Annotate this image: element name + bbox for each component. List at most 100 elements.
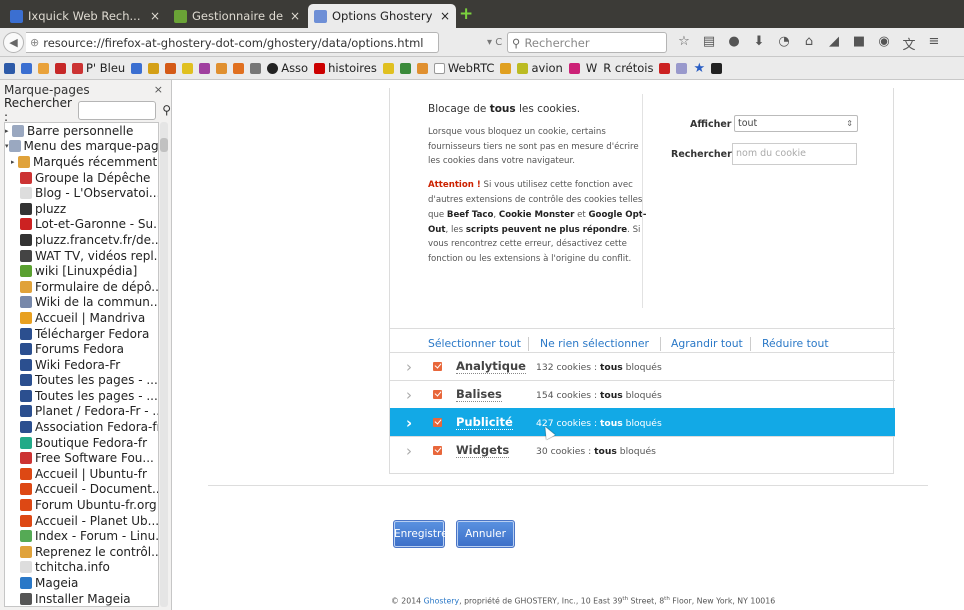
category-row[interactable]: › Widgets 30 cookies : tous bloqués — [390, 436, 895, 464]
bookmark-icon[interactable] — [216, 62, 228, 74]
sidebar-bookmark-item[interactable]: Wiki Fedora-Fr — [5, 357, 158, 373]
sidebar-bookmark-item[interactable]: wiki [Linuxpédia] — [5, 263, 158, 279]
sidebar-bookmark-item[interactable]: Configurer Mageia — [5, 606, 158, 607]
scrollbar[interactable] — [160, 122, 168, 607]
sidebar-bookmark-item[interactable]: Télécharger Fedora — [5, 326, 158, 342]
bookmark-icon[interactable] — [568, 62, 580, 74]
bookmark-icon[interactable] — [399, 62, 411, 74]
bookmark-icon[interactable] — [165, 62, 177, 74]
download-icon[interactable]: ⬇ — [752, 34, 766, 53]
category-checkbox[interactable] — [433, 390, 442, 399]
bookmark-histoires[interactable]: histoires — [314, 61, 377, 75]
sidebar-bookmark-item[interactable]: Accueil - Document... — [5, 482, 158, 498]
reading-list-icon[interactable]: ▤ — [702, 34, 716, 53]
save-button[interactable]: Enregistrer — [393, 520, 452, 548]
select-none-link[interactable]: Ne rien sélectionner — [540, 337, 649, 350]
rss-icon[interactable] — [233, 62, 245, 74]
ghostery-icon[interactable]: ◉ — [877, 34, 891, 53]
close-icon[interactable]: × — [290, 9, 300, 23]
chevron-right-icon[interactable]: › — [406, 386, 412, 404]
bookmark-icon[interactable] — [38, 62, 49, 74]
bookmark-pbleu[interactable]: P' Bleu — [72, 61, 125, 75]
search-bar[interactable]: ⚲ Rechercher — [507, 32, 667, 53]
translate-icon[interactable]: 文 — [902, 34, 916, 53]
category-row[interactable]: › Publicité 427 cookies : tous bloqués — [390, 408, 895, 436]
close-icon[interactable]: × — [440, 9, 450, 23]
site-identity-icon[interactable]: ⊕ — [30, 36, 39, 49]
sidebar-bookmark-item[interactable]: Lot-et-Garonne - Su... — [5, 217, 158, 233]
sidebar-bookmark-item[interactable]: ▾ Menu des marque-pages — [5, 139, 158, 155]
tab-gestionnaire[interactable]: Gestionnaire de m... × — [168, 4, 306, 28]
sidebar-search-input[interactable] — [78, 100, 157, 120]
bookmark-icon[interactable] — [182, 62, 194, 74]
expand-arrow-icon[interactable]: ▾ — [5, 142, 9, 150]
share-icon[interactable]: ◢ — [827, 34, 841, 53]
bookmark-w[interactable]: W — [586, 61, 597, 75]
sidebar-bookmark-item[interactable]: Index - Forum - Linu... — [5, 528, 158, 544]
category-checkbox[interactable] — [433, 418, 442, 427]
afficher-select[interactable]: tout ⇕ — [734, 115, 858, 132]
sidebar-bookmark-item[interactable]: ▸ Barre personnelle — [5, 123, 158, 139]
bookmark-icon[interactable] — [659, 62, 671, 74]
close-icon[interactable]: × — [154, 83, 163, 96]
lock-icon[interactable]: ■ — [852, 34, 866, 53]
category-name[interactable]: Analytique — [456, 359, 526, 374]
category-checkbox[interactable] — [433, 362, 442, 371]
sidebar-bookmark-item[interactable]: Toutes les pages - ... — [5, 388, 158, 404]
sidebar-bookmark-item[interactable]: WAT TV, vidéos repl... — [5, 248, 158, 264]
expand-all-link[interactable]: Agrandir tout — [671, 337, 743, 350]
url-bar[interactable]: ⊕ resource://firefox-at-ghostery-dot-com… — [26, 32, 439, 53]
sidebar-bookmark-item[interactable]: pluzz — [5, 201, 158, 217]
sidebar-bookmark-item[interactable]: Planet / Fedora-Fr - ... — [5, 404, 158, 420]
bookmark-icon[interactable] — [711, 62, 723, 74]
chat-icon[interactable]: ● — [727, 34, 741, 53]
sidebar-bookmark-item[interactable]: tchitcha.info — [5, 560, 158, 576]
pocket-icon[interactable]: ◔ — [777, 34, 791, 53]
sidebar-bookmark-item[interactable]: Forum Ubuntu-fr.org — [5, 497, 158, 513]
bookmark-webrtc[interactable]: WebRTC — [433, 61, 494, 75]
expand-arrow-icon[interactable]: ▸ — [11, 158, 18, 166]
close-icon[interactable]: × — [150, 9, 160, 23]
search-icon[interactable]: ⚲ — [162, 103, 171, 117]
scrollbar-thumb[interactable] — [160, 138, 168, 152]
back-button[interactable]: ◀ — [3, 32, 24, 53]
sidebar-bookmark-item[interactable]: Accueil | Mandriva — [5, 310, 158, 326]
reload-icon[interactable]: ▾ C — [487, 37, 502, 48]
chevron-right-icon[interactable]: › — [406, 358, 412, 376]
chevron-right-icon[interactable]: › — [406, 442, 412, 460]
bookmark-icon[interactable] — [4, 62, 15, 74]
sidebar-bookmark-item[interactable]: Formulaire de dépô... — [5, 279, 158, 295]
bookmark-icon[interactable] — [55, 62, 66, 74]
bookmark-icon[interactable] — [131, 62, 143, 74]
sidebar-bookmark-item[interactable]: Installer Mageia — [5, 591, 158, 606]
new-tab-plus-icon[interactable]: + — [459, 6, 473, 23]
home-icon[interactable]: ⌂ — [802, 34, 816, 53]
sidebar-bookmark-item[interactable]: Boutique Fedora-fr — [5, 435, 158, 451]
star-icon[interactable]: ★ — [693, 61, 705, 76]
bookmark-avion[interactable]: avion — [517, 61, 563, 75]
bookmark-icon[interactable] — [199, 62, 211, 74]
bookmark-icon[interactable] — [382, 62, 394, 74]
ghostery-link[interactable]: Ghostery — [424, 597, 460, 606]
menu-icon[interactable]: ≡ — [927, 34, 941, 53]
sidebar-bookmark-item[interactable]: Reprenez le contrôl... — [5, 544, 158, 560]
tab-ixquick[interactable]: Ixquick Web Rech... × — [4, 4, 166, 28]
tab-options-ghostery[interactable]: Options Ghostery × — [308, 4, 456, 28]
sidebar-bookmark-item[interactable]: Forums Fedora — [5, 341, 158, 357]
category-row[interactable]: › Analytique 132 cookies : tous bloqués — [390, 352, 895, 380]
select-all-link[interactable]: Sélectionner tout — [428, 337, 521, 350]
collapse-all-link[interactable]: Réduire tout — [762, 337, 829, 350]
sidebar-bookmark-item[interactable]: ▸ Marqués récemment — [5, 154, 158, 170]
bookmark-icon[interactable] — [250, 62, 262, 74]
bookmark-icon[interactable] — [676, 62, 688, 74]
sidebar-bookmark-item[interactable]: Toutes les pages - ... — [5, 373, 158, 389]
category-name[interactable]: Publicité — [456, 415, 513, 430]
bookmarks-tree[interactable]: ▸ Barre personnelle ▾ Menu des marque-pages… — [4, 122, 159, 607]
category-checkbox[interactable] — [433, 446, 442, 455]
sidebar-bookmark-item[interactable]: Free Software Fou... — [5, 450, 158, 466]
sidebar-bookmark-item[interactable]: Mageia — [5, 575, 158, 591]
bookmark-icon[interactable] — [500, 62, 512, 74]
sidebar-bookmark-item[interactable]: Wiki de la commun... — [5, 295, 158, 311]
sidebar-bookmark-item[interactable]: Blog - L'Observatoi... — [5, 185, 158, 201]
sidebar-bookmark-item[interactable]: Accueil - Planet Ub... — [5, 513, 158, 529]
